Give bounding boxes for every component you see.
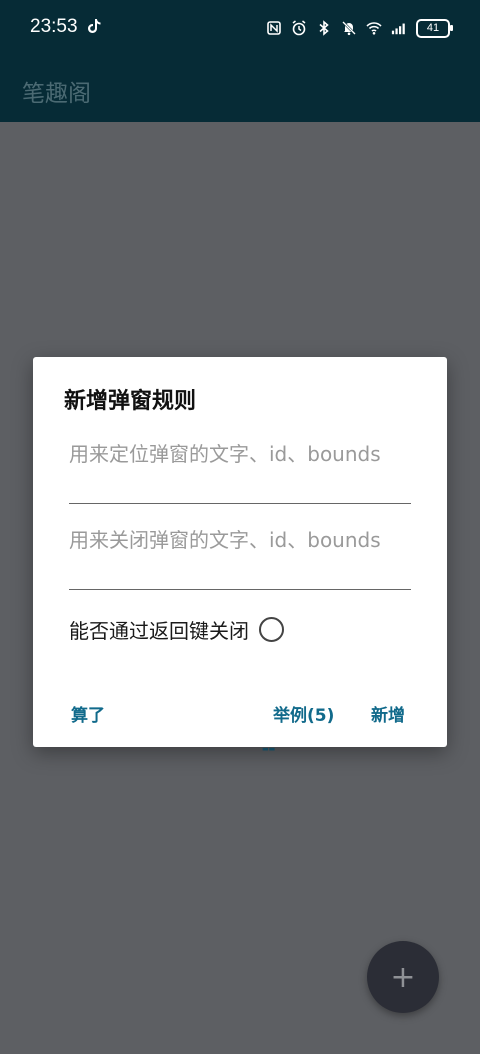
mute-icon [342, 21, 356, 36]
dialog-title: 新增弹窗规则 [64, 389, 197, 414]
back-key-close-label: 能否通过返回键关闭 [69, 619, 249, 643]
status-icons: 41 [266, 16, 453, 40]
signal-icon [391, 23, 405, 35]
cancel-button[interactable]: 算了 [71, 701, 105, 726]
tiktok-icon [88, 19, 101, 33]
top-app-bar: 23:53 41 笔趣阁 [0, 0, 480, 122]
back-key-close-option[interactable]: 能否通过返回键关闭 [69, 615, 284, 644]
status-time: 23:53 [30, 16, 78, 37]
plus-icon: + [390, 959, 416, 995]
nfc-icon [267, 21, 281, 35]
wifi-icon [366, 22, 382, 35]
alarm-icon [292, 20, 306, 36]
add-button[interactable]: 新增 [371, 701, 405, 726]
locate-rule-input[interactable]: 用来定位弹窗的文字、id、bounds [69, 441, 411, 504]
add-fab-button[interactable]: + [367, 941, 439, 1013]
example-button[interactable]: 举例(5) [273, 701, 334, 726]
battery-icon: 41 [416, 18, 453, 38]
add-popup-rule-dialog: 新增弹窗规则 用来定位弹窗的文字、id、bounds 用来关闭弹窗的文字、id、… [33, 357, 447, 747]
status-bar: 23:53 41 [0, 0, 480, 56]
close-rule-input[interactable]: 用来关闭弹窗的文字、id、bounds [69, 527, 411, 590]
back-key-close-radio[interactable] [259, 617, 284, 642]
app-title: 笔趣阁 [22, 81, 91, 107]
bluetooth-icon [319, 20, 329, 36]
